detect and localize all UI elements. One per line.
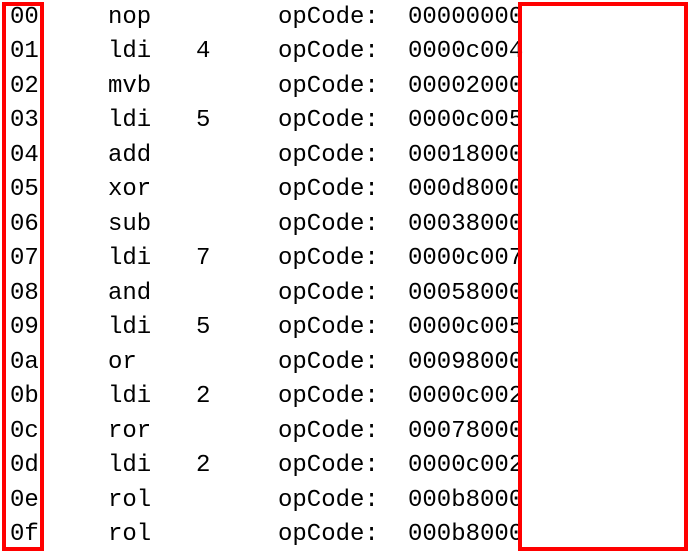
address-cell: 0e	[0, 487, 38, 514]
opcode-label-cell: opCode:	[278, 487, 396, 514]
address-cell: 08	[0, 280, 38, 307]
table-row: 05xor opCode:000d8000	[0, 173, 699, 208]
address-cell: 05	[0, 176, 38, 203]
operand-cell: 5	[158, 107, 278, 134]
address-cell: 02	[0, 73, 38, 100]
table-row: 02mvb opCode:00002000	[0, 69, 699, 104]
mnemonic-cell: rol	[38, 521, 158, 548]
table-row: 08and opCode:00058000	[0, 276, 699, 311]
opcode-value-cell: 0000c005	[396, 107, 536, 134]
mnemonic-cell: xor	[38, 176, 158, 203]
mnemonic-cell: add	[38, 142, 158, 169]
opcode-value-cell: 00038000	[396, 211, 536, 238]
opcode-label-cell: opCode:	[278, 211, 396, 238]
address-cell: 01	[0, 38, 38, 65]
opcode-value-cell: 0000c004	[396, 38, 536, 65]
opcode-value-cell: 00058000	[396, 280, 536, 307]
mnemonic-cell: nop	[38, 4, 158, 31]
table-row: 00nop opCode:00000000	[0, 0, 699, 35]
mnemonic-cell: or	[38, 349, 158, 376]
opcode-label-cell: opCode:	[278, 142, 396, 169]
opcode-value-cell: 0000c007	[396, 245, 536, 272]
address-cell: 0a	[0, 349, 38, 376]
table-row: 03ldi5opCode:0000c005	[0, 104, 699, 139]
opcode-label-cell: opCode:	[278, 176, 396, 203]
opcode-value-cell: 00078000	[396, 418, 536, 445]
table-row: 0frol opCode:000b8000	[0, 518, 699, 553]
opcode-label-cell: opCode:	[278, 38, 396, 65]
address-cell: 07	[0, 245, 38, 272]
opcode-label-cell: opCode:	[278, 349, 396, 376]
address-cell: 0d	[0, 452, 38, 479]
table-row: 01ldi4opCode:0000c004	[0, 35, 699, 70]
assembly-listing-container: 00nopopCode:0000000001ldi4opCode:0000c00…	[0, 0, 699, 553]
opcode-value-cell: 0000c005	[396, 314, 536, 341]
opcode-value-cell: 0000c002	[396, 452, 536, 479]
mnemonic-cell: ldi	[38, 383, 158, 410]
opcode-label-cell: opCode:	[278, 521, 396, 548]
opcode-value-cell: 000b8000	[396, 521, 536, 548]
table-row: 0cror opCode:00078000	[0, 414, 699, 449]
opcode-label-cell: opCode:	[278, 314, 396, 341]
address-cell: 0f	[0, 521, 38, 548]
opcode-value-cell: 000b8000	[396, 487, 536, 514]
table-row: 0bldi2opCode:0000c002	[0, 380, 699, 415]
operand-cell: 4	[158, 38, 278, 65]
mnemonic-cell: ldi	[38, 452, 158, 479]
address-cell: 0c	[0, 418, 38, 445]
table-row: 0erol opCode:000b8000	[0, 483, 699, 518]
opcode-label-cell: opCode:	[278, 418, 396, 445]
mnemonic-cell: sub	[38, 211, 158, 238]
opcode-label-cell: opCode:	[278, 4, 396, 31]
address-cell: 00	[0, 4, 38, 31]
table-row: 06sub opCode:00038000	[0, 207, 699, 242]
mnemonic-cell: ldi	[38, 107, 158, 134]
mnemonic-cell: ror	[38, 418, 158, 445]
mnemonic-cell: ldi	[38, 245, 158, 272]
table-row: 09ldi5opCode:0000c005	[0, 311, 699, 346]
table-row: 07ldi7opCode:0000c007	[0, 242, 699, 277]
operand-cell: 2	[158, 452, 278, 479]
opcode-label-cell: opCode:	[278, 383, 396, 410]
address-cell: 0b	[0, 383, 38, 410]
opcode-label-cell: opCode:	[278, 452, 396, 479]
mnemonic-cell: and	[38, 280, 158, 307]
mnemonic-cell: ldi	[38, 314, 158, 341]
table-row: 0dldi2opCode:0000c002	[0, 449, 699, 484]
address-cell: 09	[0, 314, 38, 341]
operand-cell: 2	[158, 383, 278, 410]
opcode-label-cell: opCode:	[278, 107, 396, 134]
opcode-label-cell: opCode:	[278, 280, 396, 307]
opcode-value-cell: 00018000	[396, 142, 536, 169]
table-row: 04add opCode:00018000	[0, 138, 699, 173]
address-cell: 06	[0, 211, 38, 238]
address-cell: 03	[0, 107, 38, 134]
opcode-value-cell: 0000c002	[396, 383, 536, 410]
mnemonic-cell: ldi	[38, 38, 158, 65]
operand-cell: 5	[158, 314, 278, 341]
mnemonic-cell: rol	[38, 487, 158, 514]
opcode-value-cell: 00098000	[396, 349, 536, 376]
mnemonic-cell: mvb	[38, 73, 158, 100]
operand-cell: 7	[158, 245, 278, 272]
opcode-label-cell: opCode:	[278, 245, 396, 272]
opcode-value-cell: 00000000	[396, 4, 536, 31]
table-row: 0aor opCode:00098000	[0, 345, 699, 380]
opcode-value-cell: 000d8000	[396, 176, 536, 203]
address-cell: 04	[0, 142, 38, 169]
opcode-label-cell: opCode:	[278, 73, 396, 100]
opcode-value-cell: 00002000	[396, 73, 536, 100]
